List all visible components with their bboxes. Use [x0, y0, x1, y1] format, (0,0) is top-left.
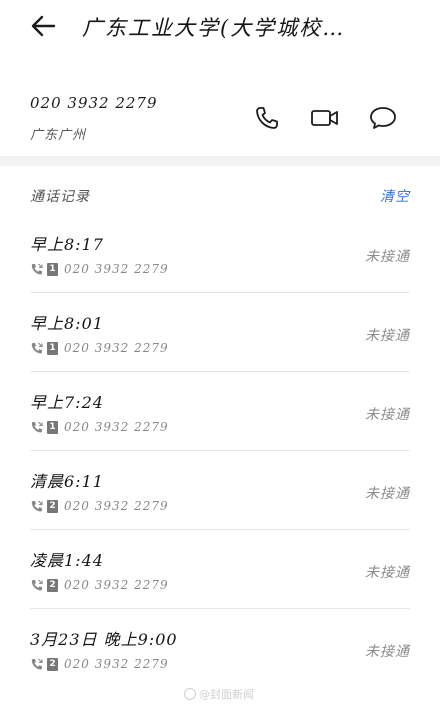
sim-card-icon: 2 [47, 499, 58, 513]
missed-call-icon [31, 421, 43, 433]
call-status: 未接通 [365, 328, 410, 344]
call-number: 020 3932 2279 [64, 578, 169, 592]
call-status: 未接通 [365, 407, 410, 423]
message-bubble-icon [370, 107, 396, 129]
contact-number: 020 3932 2279 [30, 94, 158, 112]
call-status: 未接通 [365, 565, 410, 581]
phone-icon [256, 107, 278, 129]
section-divider [0, 156, 440, 166]
sim-card-icon: 1 [47, 262, 58, 276]
message-button[interactable] [354, 100, 412, 136]
call-status: 未接通 [365, 249, 410, 265]
call-number: 020 3932 2279 [64, 341, 169, 355]
call-time: 早上8:17 [30, 235, 104, 254]
clear-button[interactable]: 清空 [380, 186, 410, 206]
missed-call-icon [31, 342, 43, 354]
missed-call-icon [31, 263, 43, 275]
call-time: 早上8:01 [30, 314, 104, 333]
missed-call-icon [31, 500, 43, 512]
back-arrow-icon[interactable] [28, 10, 60, 42]
call-status: 未接通 [365, 486, 410, 502]
call-log-list: 早上8:17 1 020 3932 2279 未接通 早上8:01 1 020 … [0, 214, 440, 687]
sim-card-icon: 1 [47, 341, 58, 355]
missed-call-icon [31, 579, 43, 591]
page-title: 广东工业大学(大学城校… [82, 16, 346, 40]
call-time: 凌晨1:44 [30, 551, 104, 570]
call-detail: 1 020 3932 2279 [30, 340, 169, 356]
call-time: 3月23日 晚上9:00 [30, 630, 178, 649]
weibo-icon [184, 688, 196, 700]
call-number: 020 3932 2279 [64, 262, 169, 276]
sim-card-icon: 2 [47, 657, 58, 671]
call-log-header: 通话记录 清空 [0, 180, 440, 214]
call-button[interactable] [238, 100, 296, 136]
call-number: 020 3932 2279 [64, 657, 169, 671]
call-detail: 2 020 3932 2279 [30, 577, 169, 593]
contact-info: 020 3932 2279 广东广州 [0, 82, 440, 156]
call-log-row[interactable]: 清晨6:11 2 020 3932 2279 未接通 [30, 451, 410, 530]
call-detail: 2 020 3932 2279 [30, 498, 169, 514]
sim-card-icon: 2 [47, 578, 58, 592]
video-call-button[interactable] [296, 100, 354, 136]
call-time: 清晨6:11 [30, 472, 104, 491]
call-log-row[interactable]: 早上8:01 1 020 3932 2279 未接通 [30, 293, 410, 372]
call-log-row[interactable]: 早上7:24 1 020 3932 2279 未接通 [30, 372, 410, 451]
video-camera-icon [311, 110, 338, 126]
contact-location: 广东广州 [30, 128, 87, 143]
call-detail: 2 020 3932 2279 [30, 656, 169, 672]
watermark-text: @封面新闻 [199, 688, 254, 701]
missed-call-icon [31, 658, 43, 670]
call-time: 早上7:24 [30, 393, 104, 412]
call-log-title: 通话记录 [30, 189, 90, 205]
call-number: 020 3932 2279 [64, 499, 169, 513]
sim-card-icon: 1 [47, 420, 58, 434]
call-detail: 1 020 3932 2279 [30, 419, 169, 435]
call-detail: 1 020 3932 2279 [30, 261, 169, 277]
contact-actions [238, 100, 412, 136]
call-status: 未接通 [365, 644, 410, 660]
call-log-row[interactable]: 凌晨1:44 2 020 3932 2279 未接通 [30, 530, 410, 609]
call-log-row[interactable]: 早上8:17 1 020 3932 2279 未接通 [30, 214, 410, 293]
call-number: 020 3932 2279 [64, 420, 169, 434]
call-log-row[interactable]: 3月23日 晚上9:00 2 020 3932 2279 未接通 [30, 609, 410, 687]
top-bar: 广东工业大学(大学城校… [0, 0, 440, 52]
watermark: @封面新闻 [184, 686, 254, 702]
